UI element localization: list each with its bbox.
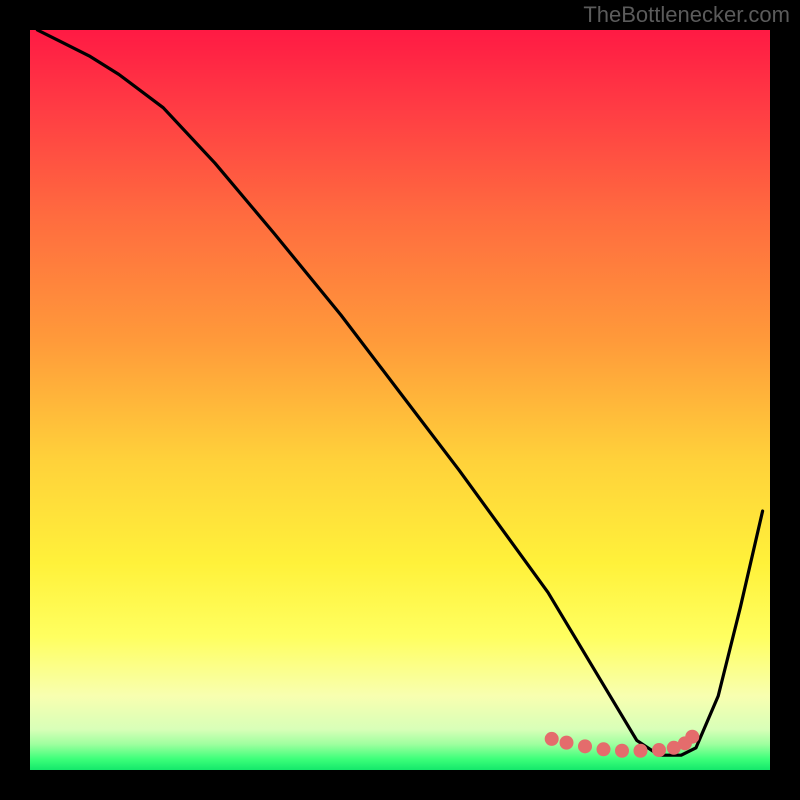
plot-area [30, 30, 770, 770]
chart-frame: TheBottlenecker.com [0, 0, 800, 800]
gradient-background [30, 30, 770, 770]
marker-dot [652, 743, 666, 757]
marker-dot [634, 744, 648, 758]
marker-dot [578, 739, 592, 753]
marker-dot [545, 732, 559, 746]
marker-dot [685, 730, 699, 744]
plot-svg [30, 30, 770, 770]
marker-dot [560, 736, 574, 750]
watermark-text: TheBottlenecker.com [583, 2, 790, 28]
marker-dot [597, 742, 611, 756]
marker-dot [615, 744, 629, 758]
